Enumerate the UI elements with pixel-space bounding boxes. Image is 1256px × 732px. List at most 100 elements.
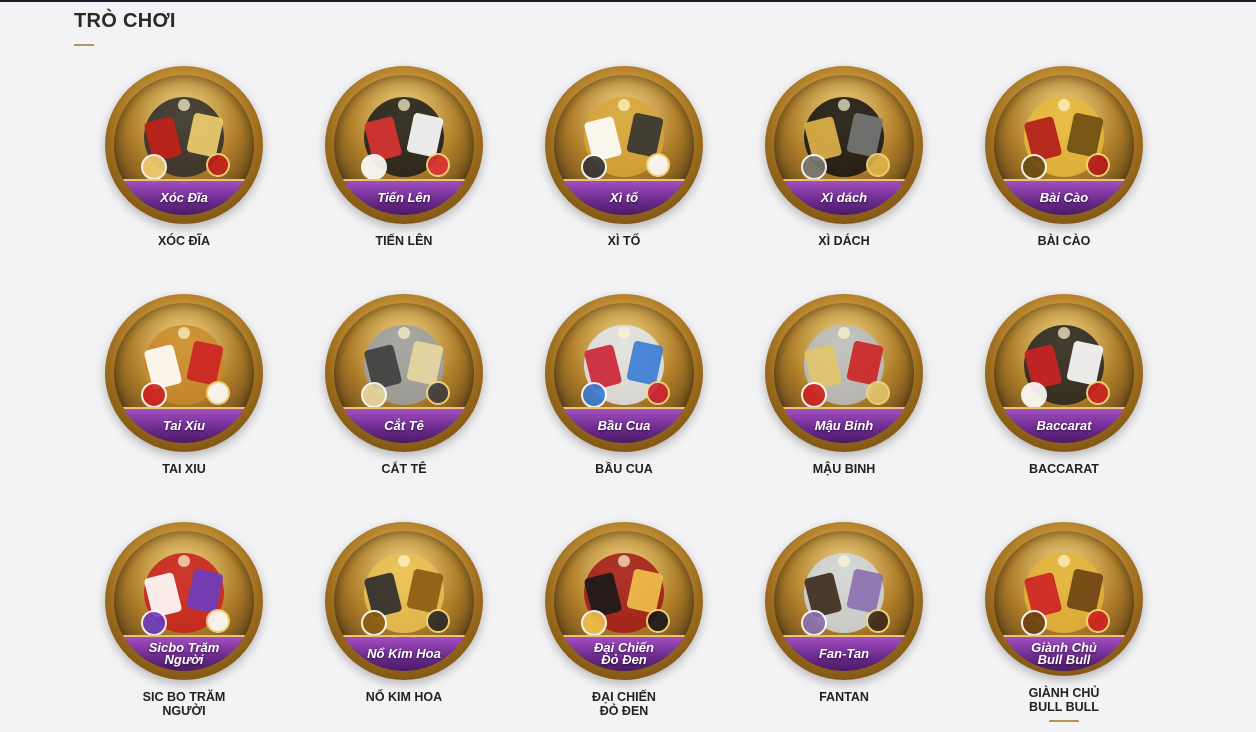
game-card[interactable]: Giành Chủ Bull Bull GIÀNH CHỦ BULL BULL <box>974 522 1154 722</box>
game-label-line: XÓC ĐĨA <box>157 234 211 248</box>
game-card[interactable]: Xì tố XÌ TỐ <box>534 66 714 266</box>
gold-bull-icon: Giành Chủ Bull Bull <box>994 531 1134 671</box>
game-ribbon: Bầu Cua <box>554 407 694 443</box>
game-card[interactable]: Baccarat BACCARAT <box>974 294 1154 494</box>
ribbon-text: Fan-Tan <box>818 646 870 661</box>
ribbon-text: Bài Cào <box>1039 190 1089 205</box>
ribbon-text: Nổ Kim Hoa <box>367 646 441 661</box>
game-card[interactable]: Nổ Kim Hoa NỔ KIM HOA <box>314 522 494 722</box>
game-label-line: NỔ KIM HOA <box>365 690 443 704</box>
crystal-dice-icon: Bầu Cua <box>554 303 694 443</box>
game-ribbon: Baccarat <box>994 407 1134 443</box>
game-ribbon: Nổ Kim Hoa <box>334 635 474 671</box>
game-card[interactable]: Xì dách XÌ DÁCH <box>754 66 934 266</box>
game-medallion[interactable]: Bầu Cua <box>545 294 703 452</box>
game-label-line: GIÀNH CHỦ <box>1028 686 1100 701</box>
game-ribbon: Tai Xiu <box>114 407 254 443</box>
game-ribbon: Fan-Tan <box>774 635 914 671</box>
game-medallion[interactable]: Xì dách <box>765 66 923 224</box>
game-card[interactable]: Bài Cào BÀI CÀO <box>974 66 1154 266</box>
game-card[interactable]: Xóc Đĩa XÓC ĐĨA <box>94 66 274 266</box>
game-label[interactable]: BACCARAT <box>979 462 1149 476</box>
ribbon-text: Tai Xiu <box>162 418 206 433</box>
game-label[interactable]: XÌ DÁCH <box>759 234 929 248</box>
game-medallion[interactable]: Nổ Kim Hoa <box>325 522 483 680</box>
game-ribbon: Sicbo Trăm Người <box>114 635 254 671</box>
ribbon-text: Đỏ Đen <box>601 652 647 667</box>
game-label-line: BULL BULL <box>1029 700 1099 715</box>
game-medallion[interactable]: Mậu Binh <box>765 294 923 452</box>
game-label[interactable]: TIẾN LÊN <box>319 234 489 248</box>
game-card[interactable]: Fan-Tan FANTAN <box>754 522 934 722</box>
game-medallion[interactable]: Giành Chủ Bull Bull <box>985 522 1143 677</box>
game-label-line: XÌ TỐ <box>607 234 641 248</box>
game-card[interactable]: Mậu Binh MẬU BINH <box>754 294 934 494</box>
game-ribbon: Đại Chiến Đỏ Đen <box>554 635 694 671</box>
game-label-line: FANTAN <box>819 690 869 704</box>
game-medallion[interactable]: Baccarat <box>985 294 1143 452</box>
game-medallion[interactable]: Sicbo Trăm Người <box>105 522 263 680</box>
revolver-icon: Mậu Binh <box>774 303 914 443</box>
ribbon-text: Baccarat <box>1036 418 1092 433</box>
glass-dome-icon: Fan-Tan <box>774 531 914 671</box>
gold-cup-dice-icon: Tai Xiu <box>114 303 254 443</box>
cat-king-icon: Cắt Tê <box>334 303 474 443</box>
game-label-line: XÌ DÁCH <box>818 234 870 248</box>
game-ribbon: Mậu Binh <box>774 407 914 443</box>
bomb-cards-icon: Tiến Lên <box>334 75 474 215</box>
game-label[interactable]: XÌ TỐ <box>539 234 709 248</box>
game-label-line: BACCARAT <box>1029 462 1099 476</box>
ribbon-text: Tiến Lên <box>377 190 431 205</box>
playing-cards-icon: Baccarat <box>994 303 1134 443</box>
games-grid: Xóc Đĩa XÓC ĐĨA Tiến Lên TIẾN LÊN Xì tố XÌ … <box>0 0 1256 732</box>
game-label[interactable]: BÀI CÀO <box>979 234 1149 248</box>
game-label[interactable]: CẮT TÊ <box>319 462 489 476</box>
red-dice-icon: Sicbo Trăm Người <box>114 531 254 671</box>
game-medallion[interactable]: Đại Chiến Đỏ Đen <box>545 522 703 680</box>
gold-toad-icon: Bài Cào <box>994 75 1134 215</box>
game-label[interactable]: SIC BO TRĂM NGƯỜI <box>99 690 269 718</box>
game-label-line: TIẾN LÊN <box>375 234 433 248</box>
game-label[interactable]: MẬU BINH <box>759 462 929 476</box>
game-label-line: CẮT TÊ <box>381 462 427 476</box>
game-label-line: NGƯỜI <box>162 704 206 718</box>
game-card[interactable]: Đại Chiến Đỏ Đen ĐẠI CHIẾN ĐỎ ĐEN <box>534 522 714 722</box>
game-label[interactable]: XÓC ĐĨA <box>99 234 269 248</box>
ribbon-text: Xóc Đĩa <box>160 190 208 205</box>
game-label-line: TAI XIU <box>162 462 206 476</box>
game-card[interactable]: Tiến Lên TIẾN LÊN <box>314 66 494 266</box>
game-label[interactable]: ĐẠI CHIẾN ĐỎ ĐEN <box>539 690 709 718</box>
game-label-line: ĐẠI CHIẾN <box>592 690 656 704</box>
gold-rose-icon: Nổ Kim Hoa <box>334 531 474 671</box>
ribbon-text: Xì tố <box>609 190 639 205</box>
game-label-line: MẬU BINH <box>812 462 876 476</box>
game-card[interactable]: Bầu Cua BẦU CUA <box>534 294 714 494</box>
top-hat-coins-icon: Xì dách <box>774 75 914 215</box>
game-ribbon: Giành Chủ Bull Bull <box>994 635 1134 671</box>
game-ribbon: Bài Cào <box>994 179 1134 215</box>
versus-cards-icon: Đại Chiến Đỏ Đen <box>554 531 694 671</box>
game-label[interactable]: FANTAN <box>759 690 929 704</box>
game-label[interactable]: NỔ KIM HOA <box>319 690 489 704</box>
game-medallion[interactable]: Fan-Tan <box>765 522 923 680</box>
game-label[interactable]: TAI XIU <box>99 462 269 476</box>
game-label[interactable]: BẦU CUA <box>539 462 709 476</box>
game-medallion[interactable]: Cắt Tê <box>325 294 483 452</box>
dice-cup-icon: Xóc Đĩa <box>114 75 254 215</box>
game-medallion[interactable]: Tiến Lên <box>325 66 483 224</box>
crown-cards-icon: Xì tố <box>554 75 694 215</box>
game-medallion[interactable]: Bài Cào <box>985 66 1143 224</box>
game-card[interactable]: Sicbo Trăm Người SIC BO TRĂM NGƯỜI <box>94 522 274 722</box>
game-medallion[interactable]: Tai Xiu <box>105 294 263 452</box>
game-label-line: SIC BO TRĂM <box>142 690 226 704</box>
game-ribbon: Tiến Lên <box>334 179 474 215</box>
game-medallion[interactable]: Xóc Đĩa <box>105 66 263 224</box>
game-medallion[interactable]: Xì tố <box>545 66 703 224</box>
game-label-line: ĐỎ ĐEN <box>599 704 649 718</box>
game-card[interactable]: Cắt Tê CẮT TÊ <box>314 294 494 494</box>
game-card[interactable]: Tai Xiu TAI XIU <box>94 294 274 494</box>
game-label[interactable]: GIÀNH CHỦ BULL BULL <box>979 686 1149 714</box>
game-ribbon: Cắt Tê <box>334 407 474 443</box>
game-label-line: BẦU CUA <box>595 462 653 476</box>
game-ribbon: Xóc Đĩa <box>114 179 254 215</box>
